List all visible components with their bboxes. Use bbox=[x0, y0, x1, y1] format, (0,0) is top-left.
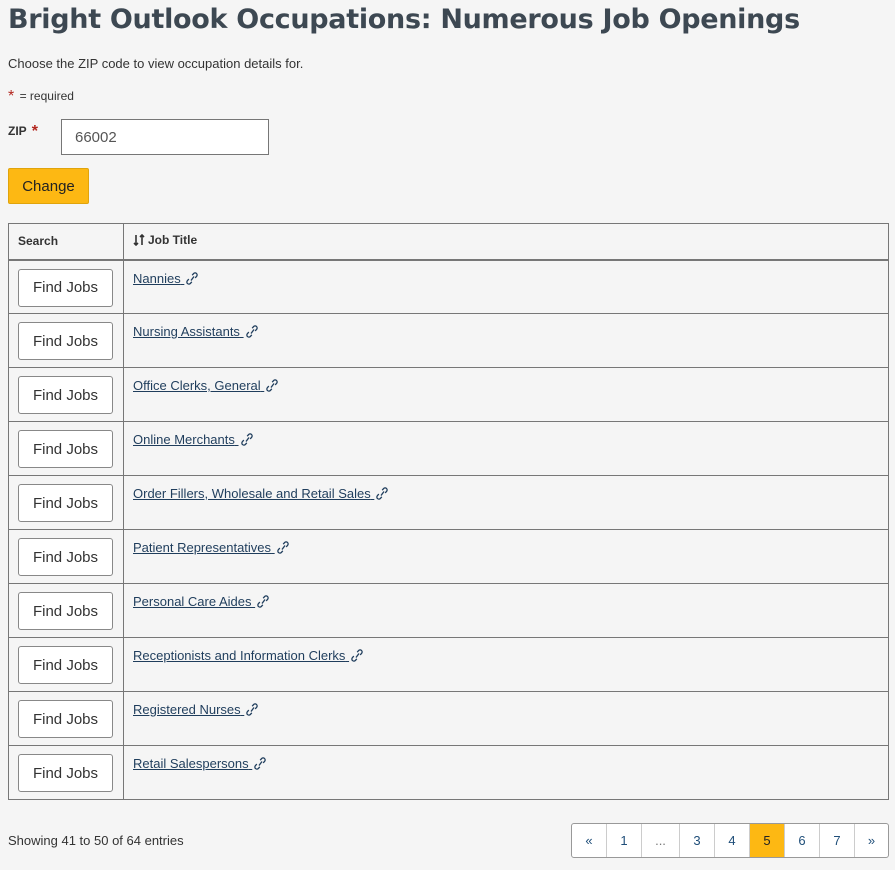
find-jobs-button[interactable]: Find Jobs bbox=[18, 268, 113, 307]
required-note-text: = required bbox=[19, 89, 74, 103]
required-note: * = required bbox=[8, 88, 74, 106]
search-cell: Find Jobs bbox=[8, 475, 124, 530]
table-row: Find Jobs Office Clerks, General bbox=[8, 367, 889, 422]
table-row: Find Jobs Online Merchants bbox=[8, 421, 889, 476]
pagination-page-5[interactable]: 5 bbox=[749, 824, 784, 857]
change-button[interactable]: Change bbox=[8, 168, 89, 204]
job-title-link[interactable]: Personal Care Aides bbox=[133, 594, 269, 609]
link-icon bbox=[246, 703, 259, 719]
table-row: Find Jobs Personal Care Aides bbox=[8, 583, 889, 638]
link-icon bbox=[245, 325, 258, 341]
jobs-table: Search Job Title Find Jobs Nannies Find J… bbox=[8, 223, 889, 800]
job-title-text: Receptionists and Information Clerks bbox=[133, 648, 346, 663]
job-title-text: Order Fillers, Wholesale and Retail Sale… bbox=[133, 486, 371, 501]
find-jobs-button[interactable]: Find Jobs bbox=[18, 646, 113, 684]
find-jobs-button[interactable]: Find Jobs bbox=[18, 754, 113, 792]
job-title-cell: Personal Care Aides bbox=[123, 583, 889, 638]
job-title-link[interactable]: Registered Nurses bbox=[133, 702, 259, 719]
pagination-page-6[interactable]: 6 bbox=[784, 824, 819, 857]
table-row: Find Jobs Order Fillers, Wholesale and Re… bbox=[8, 475, 889, 530]
job-title-text: Office Clerks, General bbox=[133, 378, 261, 393]
job-title-cell: Online Merchants bbox=[123, 421, 889, 476]
link-icon bbox=[240, 433, 253, 449]
find-jobs-button[interactable]: Find Jobs bbox=[18, 376, 113, 414]
search-cell: Find Jobs bbox=[8, 367, 124, 422]
search-cell: Find Jobs bbox=[8, 691, 124, 746]
job-title-cell: Patient Representatives bbox=[123, 529, 889, 584]
find-jobs-button[interactable]: Find Jobs bbox=[18, 700, 113, 738]
find-jobs-button[interactable]: Find Jobs bbox=[18, 592, 113, 630]
pagination-ellipsis: ... bbox=[641, 824, 679, 857]
link-icon bbox=[186, 271, 199, 288]
pagination: «1... 3 4 5 6 7» bbox=[571, 823, 889, 858]
search-cell: Find Jobs bbox=[8, 421, 124, 476]
search-cell: Find Jobs bbox=[8, 637, 124, 692]
job-title-cell: Office Clerks, General bbox=[123, 367, 889, 422]
entries-info: Showing 41 to 50 of 64 entries bbox=[8, 833, 184, 848]
job-title-cell: Nannies bbox=[123, 259, 889, 314]
pagination-page-1[interactable]: 1 bbox=[606, 824, 641, 857]
page-title: Bright Outlook Occupations: Numerous Job… bbox=[8, 4, 800, 35]
job-title-cell: Retail Salespersons bbox=[123, 745, 889, 800]
table-row: Find Jobs Nursing Assistants bbox=[8, 313, 889, 368]
link-icon bbox=[254, 757, 266, 773]
find-jobs-button[interactable]: Find Jobs bbox=[18, 538, 113, 576]
search-cell: Find Jobs bbox=[8, 259, 124, 314]
find-jobs-button[interactable]: Find Jobs bbox=[18, 322, 113, 360]
search-cell: Find Jobs bbox=[8, 583, 124, 638]
table-row: Find Jobs Registered Nurses bbox=[8, 691, 889, 746]
pagination-page-3[interactable]: 3 bbox=[679, 824, 714, 857]
zip-label-text: ZIP bbox=[8, 124, 27, 138]
zip-label: ZIP * bbox=[8, 123, 40, 141]
job-title-text: Personal Care Aides bbox=[133, 594, 252, 609]
pagination-page-7[interactable]: 7 bbox=[819, 824, 854, 857]
job-title-link[interactable]: Office Clerks, General bbox=[133, 378, 278, 393]
search-cell: Find Jobs bbox=[8, 529, 124, 584]
table-row: Find Jobs Nannies bbox=[8, 259, 889, 314]
link-icon bbox=[276, 541, 289, 557]
zip-input[interactable] bbox=[61, 119, 269, 155]
pagination-previous[interactable]: « bbox=[572, 824, 606, 857]
table-header-row: Search Job Title bbox=[8, 223, 889, 261]
pagination-next[interactable]: » bbox=[854, 824, 888, 857]
job-title-text: Nannies bbox=[133, 270, 181, 286]
link-icon bbox=[351, 649, 363, 665]
required-star: * bbox=[8, 88, 15, 105]
job-title-link[interactable]: Nannies bbox=[133, 270, 199, 288]
pagination-page-4[interactable]: 4 bbox=[714, 824, 749, 857]
job-title-text: Retail Salespersons bbox=[133, 756, 249, 771]
job-title-cell: Registered Nurses bbox=[123, 691, 889, 746]
job-title-link[interactable]: Retail Salespersons bbox=[133, 756, 266, 771]
link-icon bbox=[266, 379, 278, 395]
table-row: Find Jobs Retail Salespersons bbox=[8, 745, 889, 800]
job-title-link[interactable]: Online Merchants bbox=[133, 432, 253, 447]
job-title-text: Online Merchants bbox=[133, 432, 235, 447]
job-title-link[interactable]: Patient Representatives bbox=[133, 540, 289, 555]
table-row: Find Jobs Receptionists and Information C… bbox=[8, 637, 889, 692]
find-jobs-button[interactable]: Find Jobs bbox=[18, 430, 113, 468]
sort-icon bbox=[133, 234, 145, 249]
search-column-header: Search bbox=[8, 223, 124, 261]
table-row: Find Jobs Patient Representatives bbox=[8, 529, 889, 584]
job-title-link[interactable]: Order Fillers, Wholesale and Retail Sale… bbox=[133, 486, 389, 503]
job-title-text: Patient Representatives bbox=[133, 540, 272, 555]
link-icon bbox=[376, 487, 389, 503]
job-title-link[interactable]: Receptionists and Information Clerks bbox=[133, 648, 363, 663]
instructions-text: Choose the ZIP code to view occupation d… bbox=[8, 56, 304, 71]
zip-required-star: * bbox=[31, 123, 39, 140]
job-title-header-label: Job Title bbox=[148, 233, 198, 248]
job-title-cell: Order Fillers, Wholesale and Retail Sale… bbox=[123, 475, 889, 530]
search-cell: Find Jobs bbox=[8, 313, 124, 368]
search-cell: Find Jobs bbox=[8, 745, 124, 800]
job-title-text: Registered Nurses bbox=[133, 702, 241, 717]
job-title-text: Nursing Assistants bbox=[133, 324, 240, 339]
link-icon bbox=[257, 595, 269, 611]
job-title-link[interactable]: Nursing Assistants bbox=[133, 324, 258, 339]
job-title-column-header[interactable]: Job Title bbox=[123, 223, 889, 261]
job-title-cell: Nursing Assistants bbox=[123, 313, 889, 368]
find-jobs-button[interactable]: Find Jobs bbox=[18, 484, 113, 522]
job-title-cell: Receptionists and Information Clerks bbox=[123, 637, 889, 692]
